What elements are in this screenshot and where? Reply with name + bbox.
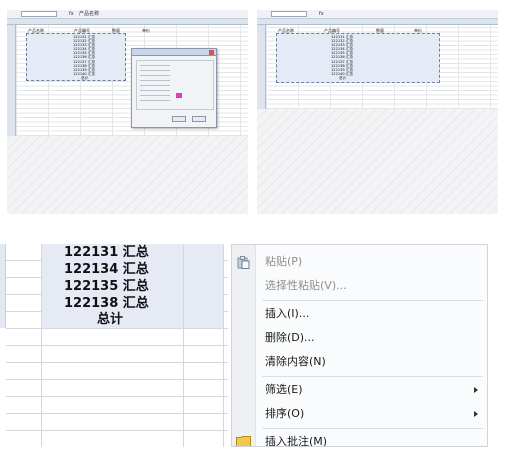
screenshot-thumbnail-1: fx 产品名称 产品名称 产品编号 数量 单价 122131 汇总 122132… [7,10,248,214]
name-box[interactable] [271,11,307,17]
data-range[interactable]: 122131 汇总 122132 汇总 122133 汇总 122134 汇总 … [26,33,126,81]
menu-item-insert-comment[interactable]: 插入批注(M) [232,431,487,447]
goto-special-dialog[interactable] [131,48,217,128]
data-range[interactable]: 122131 汇总 122132 汇总 122133 汇总 122134 汇总 … [276,33,440,83]
cursor-highlight [176,93,182,98]
paste-icon [237,256,250,269]
context-menu: 粘贴(P) 选择性粘贴(V)... 插入(I)... 删除(D)... 清除内容… [231,244,488,447]
name-box[interactable] [21,11,57,17]
menu-item-label: 粘贴(P) [265,255,303,268]
menu-item-label: 排序(O) [265,407,305,420]
column-divider [223,244,224,447]
row-header-bar [7,25,16,136]
submenu-arrow-icon [474,411,478,417]
formula-bar: fx 产品名称 [7,10,248,19]
menu-item-label: 清除内容(N) [265,355,326,368]
menu-item-label: 选择性粘贴(V)... [265,279,347,292]
comment-icon [236,436,251,446]
column-divider [41,244,42,447]
ok-button[interactable] [172,116,186,122]
col-header-text: 单价 [142,28,150,33]
screenshot-thumbnail-2: fx 产品名称 产品编号 数量 单价 122131 汇总 122132 汇总 1… [257,10,498,214]
list-item: 总计 [81,75,89,80]
menu-separator [262,300,483,301]
menu-item-label: 插入(I)... [265,307,310,320]
close-icon[interactable] [209,50,214,55]
fx-icon: fx [319,11,324,17]
menu-item-delete[interactable]: 删除(D)... [232,327,487,349]
zoomed-sheet: 122131 汇总 122134 汇总 122135 汇总 122138 汇总 … [0,244,228,447]
dialog-options [136,60,214,110]
submenu-arrow-icon [474,387,478,393]
menu-separator [262,376,483,377]
menu-item-sort[interactable]: 排序(O) [232,403,487,425]
table-cell[interactable]: 122134 汇总 [64,261,149,278]
menu-separator [262,428,483,429]
total-cell[interactable]: 总计 [97,311,123,328]
sheet-grid: 产品名称 产品编号 数量 单价 122131 汇总 122132 汇总 1221… [266,25,498,109]
menu-item-label: 筛选(E) [265,383,303,396]
table-cell[interactable]: 122135 汇总 [64,278,149,295]
row-header-bar [257,25,266,109]
menu-item-insert[interactable]: 插入(I)... [232,303,487,325]
menu-item-filter[interactable]: 筛选(E) [232,379,487,401]
menu-item-paste-special[interactable]: 选择性粘贴(V)... [232,275,487,297]
formula-value: 产品名称 [79,11,100,17]
list-item: 总计 [339,75,347,80]
row-header-strip [0,244,6,328]
fx-icon: fx [69,11,74,17]
table-cell[interactable]: 122138 汇总 [64,295,149,312]
menu-item-label: 删除(D)... [265,331,315,344]
table-cell[interactable]: 122131 汇总 [64,244,149,261]
formula-bar: fx [257,10,498,19]
dialog-title-bar [132,49,216,56]
column-divider [183,244,184,447]
menu-item-clear-contents[interactable]: 清除内容(N) [232,351,487,373]
menu-item-label: 插入批注(M) [265,435,328,447]
menu-item-paste[interactable]: 粘贴(P) [232,251,487,273]
cancel-button[interactable] [192,116,206,122]
